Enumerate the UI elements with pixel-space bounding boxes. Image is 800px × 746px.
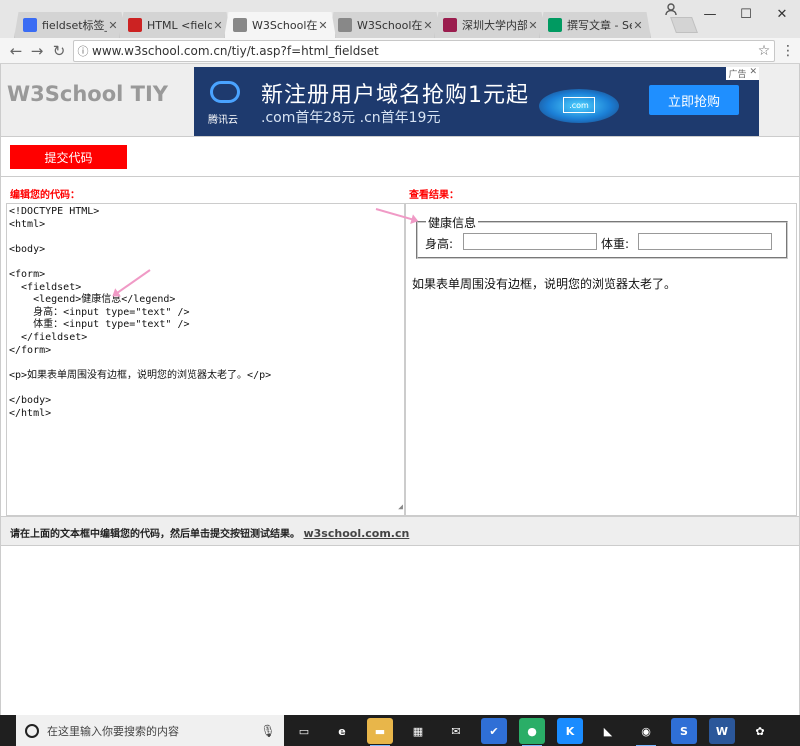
maximize-button[interactable]: ☐ <box>728 0 764 28</box>
bookmark-star-icon[interactable]: ☆ <box>754 43 774 59</box>
tab-2[interactable]: W3School在线✕ <box>224 12 336 38</box>
tab-title: 深圳大学内部网 <box>462 19 527 32</box>
edit-code-label: 编辑您的代码： <box>10 190 80 201</box>
ad-platform-graphic: .com <box>539 89 619 123</box>
mail-icon[interactable]: ✉ <box>443 718 469 744</box>
footer-instruction: 请在上面的文本框中编辑您的代码，然后单击提交按钮测试结果。 <box>10 529 300 540</box>
tab-strip: fieldset标签_百✕HTML <fields✕W3School在线✕W3S… <box>0 0 800 38</box>
tab-title: W3School在线 <box>357 19 422 32</box>
sf-icon <box>548 18 562 32</box>
taskbar-search-input[interactable]: 在这里输入你要搜索的内容 <box>47 723 260 739</box>
page-icon <box>338 18 352 32</box>
page-icon <box>233 18 247 32</box>
tab-close-icon[interactable]: ✕ <box>422 19 434 32</box>
tab-1[interactable]: HTML <fields✕ <box>119 12 231 38</box>
microphone-icon[interactable]: 🎙 <box>260 724 276 738</box>
reload-icon[interactable]: ↻ <box>49 41 69 61</box>
store-icon[interactable]: ▦ <box>405 718 431 744</box>
address-url[interactable]: www.w3school.com.cn/tiy/t.asp?f=html_fie… <box>92 44 754 58</box>
ad-close-icon[interactable]: ✕ <box>749 67 757 80</box>
code-text[interactable]: <!DOCTYPE HTML> <html> <body> <form> <fi… <box>9 206 271 419</box>
task-view-icon[interactable]: ▭ <box>291 718 317 744</box>
browser-toolbar: ← → ↻ ⓘ www.w3school.com.cn/tiy/t.asp?f=… <box>0 38 800 64</box>
tencent-cloud-logo-icon <box>210 81 240 103</box>
minimize-button[interactable]: — <box>692 0 728 28</box>
footer-text: 请在上面的文本框中编辑您的代码，然后单击提交按钮测试结果。 w3school.c… <box>10 525 409 540</box>
height-label: 身高: <box>425 237 454 251</box>
sogou-icon[interactable]: S <box>671 718 697 744</box>
close-button[interactable]: ✕ <box>764 0 800 28</box>
security-icon[interactable]: ✔ <box>481 718 507 744</box>
ad-cta-button[interactable]: 立即抢购 <box>649 85 739 115</box>
submit-code-button[interactable]: 提交代码 <box>10 145 127 169</box>
windows-taskbar: 在这里输入你要搜索的内容 🎙 ▭ e ▬ ▦ ✉ ✔ ● K ◣ ◉ S W ✿ <box>0 715 800 746</box>
forward-arrow-icon[interactable]: → <box>27 41 47 61</box>
result-frame: 健康信息 身高: 体重: 如果表单周围没有边框，说明您的浏览器太老了。 <box>405 203 797 516</box>
code-editor[interactable]: <!DOCTYPE HTML> <html> <body> <form> <fi… <box>6 203 405 516</box>
result-paragraph: 如果表单周围没有边框，说明您的浏览器太老了。 <box>412 277 677 291</box>
tab-close-icon[interactable]: ✕ <box>317 19 329 32</box>
ad-headline: 新注册用户域名抢购1元起 <box>261 83 529 108</box>
szu-icon <box>443 18 457 32</box>
footer-link[interactable]: w3school.com.cn <box>303 527 409 540</box>
taskbar-search[interactable]: 在这里输入你要搜索的内容 🎙 <box>16 715 284 746</box>
ad-platform-label: .com <box>563 97 595 113</box>
tab-close-icon[interactable]: ✕ <box>632 19 644 32</box>
divider <box>1 176 799 177</box>
cortana-icon[interactable] <box>25 723 39 738</box>
back-arrow-icon[interactable]: ← <box>6 41 26 61</box>
baidu-paw-icon <box>23 18 37 32</box>
tab-3[interactable]: W3School在线✕ <box>329 12 441 38</box>
info-icon[interactable]: ⓘ <box>74 43 92 59</box>
edge-icon[interactable]: e <box>329 718 355 744</box>
ad-tag: 广告 ✕ <box>726 67 759 80</box>
weight-input[interactable] <box>638 233 772 250</box>
vscode-icon[interactable]: ◣ <box>595 718 621 744</box>
tab-close-icon[interactable]: ✕ <box>212 19 224 32</box>
chrome-icon[interactable]: ◉ <box>633 718 659 746</box>
resize-grip-icon[interactable]: ◢ <box>398 501 403 514</box>
tab-4[interactable]: 深圳大学内部网✕ <box>434 12 546 38</box>
tab-5[interactable]: 撰写文章 - Seg✕ <box>539 12 651 38</box>
tab-title: HTML <fields <box>147 18 212 32</box>
html-icon <box>128 18 142 32</box>
height-input[interactable] <box>463 233 597 250</box>
ad-tag-label: 广告 <box>728 70 747 80</box>
result-legend: 健康信息 <box>426 214 479 231</box>
site-header: W3School TIY 广告 ✕ 腾讯云 新注册用户域名抢购1元起 .com首… <box>1 64 799 137</box>
page-footer: 请在上面的文本框中编辑您的代码，然后单击提交按钮测试结果。 w3school.c… <box>1 516 799 546</box>
tab-close-icon[interactable]: ✕ <box>527 19 539 32</box>
browser-window: fieldset标签_百✕HTML <fields✕W3School在线✕W3S… <box>0 0 800 746</box>
word-icon[interactable]: W <box>709 718 735 744</box>
tab-title: fieldset标签_百 <box>42 19 107 32</box>
tab-title: W3School在线 <box>252 19 317 32</box>
site-logo[interactable]: W3School TIY <box>7 82 168 106</box>
ad-subline: .com首年28元 .cn首年19元 <box>261 110 441 126</box>
menu-dots-icon[interactable]: ⋮ <box>780 43 796 59</box>
ad-banner[interactable]: 广告 ✕ 腾讯云 新注册用户域名抢购1元起 .com首年28元 .cn首年19元… <box>194 67 759 136</box>
k-app-icon[interactable]: K <box>557 718 583 744</box>
view-result-label: 查看结果： <box>409 190 459 201</box>
photos-icon[interactable]: ✿ <box>747 718 773 744</box>
tab-0[interactable]: fieldset标签_百✕ <box>14 12 126 38</box>
profile-icon[interactable] <box>664 2 680 18</box>
wechat-icon[interactable]: ● <box>519 718 545 746</box>
file-explorer-icon[interactable]: ▬ <box>367 718 393 746</box>
page-content: W3School TIY 广告 ✕ 腾讯云 新注册用户域名抢购1元起 .com首… <box>0 64 800 715</box>
ad-brand: 腾讯云 <box>208 115 238 126</box>
result-fieldset: 健康信息 身高: 体重: <box>416 214 788 259</box>
address-bar[interactable]: ⓘ www.w3school.com.cn/tiy/t.asp?f=html_f… <box>73 40 775 62</box>
tab-close-icon[interactable]: ✕ <box>107 19 119 32</box>
tab-title: 撰写文章 - Seg <box>567 19 632 32</box>
weight-label: 体重: <box>601 237 630 251</box>
